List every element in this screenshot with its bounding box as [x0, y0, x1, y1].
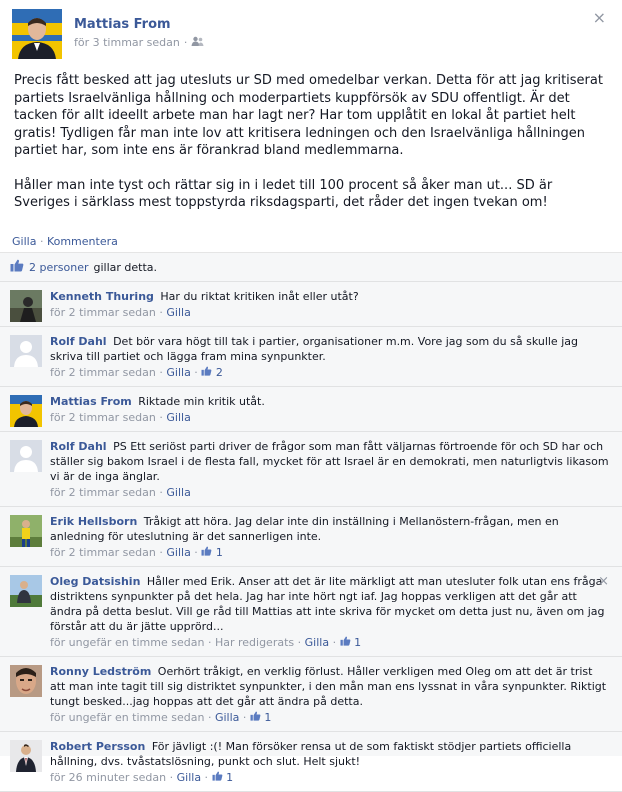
author-avatar[interactable] [12, 9, 62, 59]
feedback-area: 2 personer gillar detta. Kenneth Thuring… [0, 252, 622, 756]
thumbs-up-icon [201, 545, 212, 560]
comment-like-link[interactable]: Gilla [166, 486, 190, 499]
comment-like-link[interactable]: Gilla [166, 411, 190, 424]
commenter-avatar[interactable] [10, 335, 42, 367]
commenter-name[interactable]: Rolf Dahl [50, 335, 107, 348]
comment-meta: för 2 timmar sedan · Gilla · 1 [50, 545, 610, 560]
likes-text: gillar detta. [94, 261, 158, 274]
comment-time[interactable]: för 26 minuter sedan [50, 771, 166, 784]
post-paragraph: Håller man inte tyst och rättar sig in i… [14, 177, 608, 212]
post-time[interactable]: för 3 timmar sedan [74, 36, 180, 49]
comment-meta: för 2 timmar sedan · Gilla · 2 [50, 365, 610, 380]
like-count: 1 [264, 711, 271, 724]
like-count: 1 [354, 636, 361, 649]
comment-body: Erik Hellsborn Tråkigt att höra. Jag del… [50, 514, 610, 544]
comment-like-count[interactable]: 1 [340, 636, 362, 649]
commenter-avatar[interactable] [10, 575, 42, 607]
comment: Rolf Dahl PS Ett seriöst parti driver de… [0, 432, 622, 507]
comment-like-link[interactable]: Gilla [166, 306, 190, 319]
commenter-name[interactable]: Kenneth Thuring [50, 290, 154, 303]
thumbs-up-icon [201, 365, 212, 380]
thumbs-up-icon [340, 635, 351, 650]
audience-friends-icon[interactable] [191, 36, 204, 49]
comment-like-link[interactable]: Gilla [166, 546, 190, 559]
comment-meta: för 2 timmar sedan · Gilla [50, 410, 610, 425]
comment-like-link[interactable]: Gilla [166, 366, 190, 379]
like-count: 2 [216, 366, 223, 379]
commenter-name[interactable]: Robert Persson [50, 740, 145, 753]
post: Mattias From för 3 timmar sedan · × Prec… [0, 0, 622, 252]
post-author[interactable]: Mattias From [74, 17, 171, 32]
comment-like-count[interactable]: 1 [201, 546, 223, 559]
comment-time[interactable]: för ungefär en timme sedan [50, 711, 204, 724]
commenter-avatar[interactable] [10, 515, 42, 547]
like-link[interactable]: Gilla [12, 235, 36, 248]
separator-dot: · [184, 36, 188, 49]
like-count: 1 [216, 546, 223, 559]
comment: Rolf Dahl Det bör vara högt till tak i p… [0, 327, 622, 387]
commenter-name[interactable]: Ronny Ledström [50, 665, 151, 678]
comment-body: Rolf Dahl Det bör vara högt till tak i p… [50, 334, 610, 364]
likes-summary: 2 personer gillar detta. [0, 253, 622, 282]
comment-time[interactable]: för ungefär en timme sedan [50, 636, 204, 649]
comment-time[interactable]: för 2 timmar sedan [50, 546, 156, 559]
commenter-name[interactable]: Rolf Dahl [50, 440, 107, 453]
thumbs-up-icon [212, 770, 223, 785]
comment: Mattias From Riktade min kritik utåt.för… [0, 387, 622, 432]
comment-body: Rolf Dahl PS Ett seriöst parti driver de… [50, 439, 610, 484]
comment-time[interactable]: för 2 timmar sedan [50, 306, 156, 319]
comment-like-count[interactable]: 1 [212, 771, 234, 784]
comment: ×Oleg Datsishin Håller med Erik. Anser a… [0, 567, 622, 657]
comment-like-count[interactable]: 2 [201, 366, 223, 379]
comment-list: Kenneth Thuring Har du riktat kritiken i… [0, 282, 622, 792]
comment-meta: för 2 timmar sedan · Gilla [50, 305, 610, 320]
comment-meta: för ungefär en timme sedan · Har rediger… [50, 635, 610, 650]
comment-meta: för 2 timmar sedan · Gilla [50, 485, 610, 500]
comment-meta: för 26 minuter sedan · Gilla · 1 [50, 770, 610, 785]
post-actions: Gilla · Kommentera [0, 230, 622, 252]
comment-like-link[interactable]: Gilla [177, 771, 201, 784]
commenter-avatar[interactable] [10, 665, 42, 697]
comment-time[interactable]: för 2 timmar sedan [50, 411, 156, 424]
comment-text: Det bör vara högt till tak i partier, or… [50, 335, 578, 363]
comment-text: Riktade min kritik utåt. [138, 395, 265, 408]
post-body: Precis fått besked att jag utesluts ur S… [0, 64, 622, 230]
comment: Ronny Ledström Oerhört tråkigt, en verkl… [0, 657, 622, 732]
post-paragraph: Precis fått besked att jag utesluts ur S… [14, 72, 608, 160]
comment-text: Har du riktat kritiken inåt eller utåt? [160, 290, 358, 303]
commenter-avatar[interactable] [10, 395, 42, 427]
comment-like-link[interactable]: Gilla [215, 711, 239, 724]
post-header: Mattias From för 3 timmar sedan · × [0, 0, 622, 64]
separator-dot: · [40, 235, 44, 248]
post-meta: för 3 timmar sedan · [74, 36, 204, 49]
comment-time[interactable]: för 2 timmar sedan [50, 366, 156, 379]
comment: Kenneth Thuring Har du riktat kritiken i… [0, 282, 622, 327]
commenter-avatar[interactable] [10, 740, 42, 772]
commenter-avatar[interactable] [10, 290, 42, 322]
comment-like-link[interactable]: Gilla [305, 636, 329, 649]
close-icon[interactable]: × [598, 574, 609, 589]
edited-label[interactable]: Har redigerats [215, 636, 294, 649]
thumbs-up-icon [10, 259, 24, 275]
likers-link[interactable]: 2 personer [29, 261, 89, 274]
comment-body: Oleg Datsishin Håller med Erik. Anser at… [50, 574, 610, 634]
commenter-avatar[interactable] [10, 440, 42, 472]
comment-body: Robert Persson För jävligt :(! Man försö… [50, 739, 610, 769]
like-count: 1 [226, 771, 233, 784]
comment: Robert Persson För jävligt :(! Man försö… [0, 732, 622, 792]
comment-body: Mattias From Riktade min kritik utåt. [50, 394, 610, 409]
comment-like-count[interactable]: 1 [250, 711, 272, 724]
commenter-name[interactable]: Mattias From [50, 395, 132, 408]
thumbs-up-icon [250, 710, 261, 725]
comment-text: PS Ett seriöst parti driver de frågor so… [50, 440, 609, 483]
comment-link[interactable]: Kommentera [47, 235, 118, 248]
close-icon[interactable]: × [593, 8, 606, 27]
comment-body: Ronny Ledström Oerhört tråkigt, en verkl… [50, 664, 610, 709]
comment-body: Kenneth Thuring Har du riktat kritiken i… [50, 289, 610, 304]
comment-meta: för ungefär en timme sedan · Gilla · 1 [50, 710, 610, 725]
comment-time[interactable]: för 2 timmar sedan [50, 486, 156, 499]
commenter-name[interactable]: Erik Hellsborn [50, 515, 137, 528]
commenter-name[interactable]: Oleg Datsishin [50, 575, 140, 588]
comment: Erik Hellsborn Tråkigt att höra. Jag del… [0, 507, 622, 567]
